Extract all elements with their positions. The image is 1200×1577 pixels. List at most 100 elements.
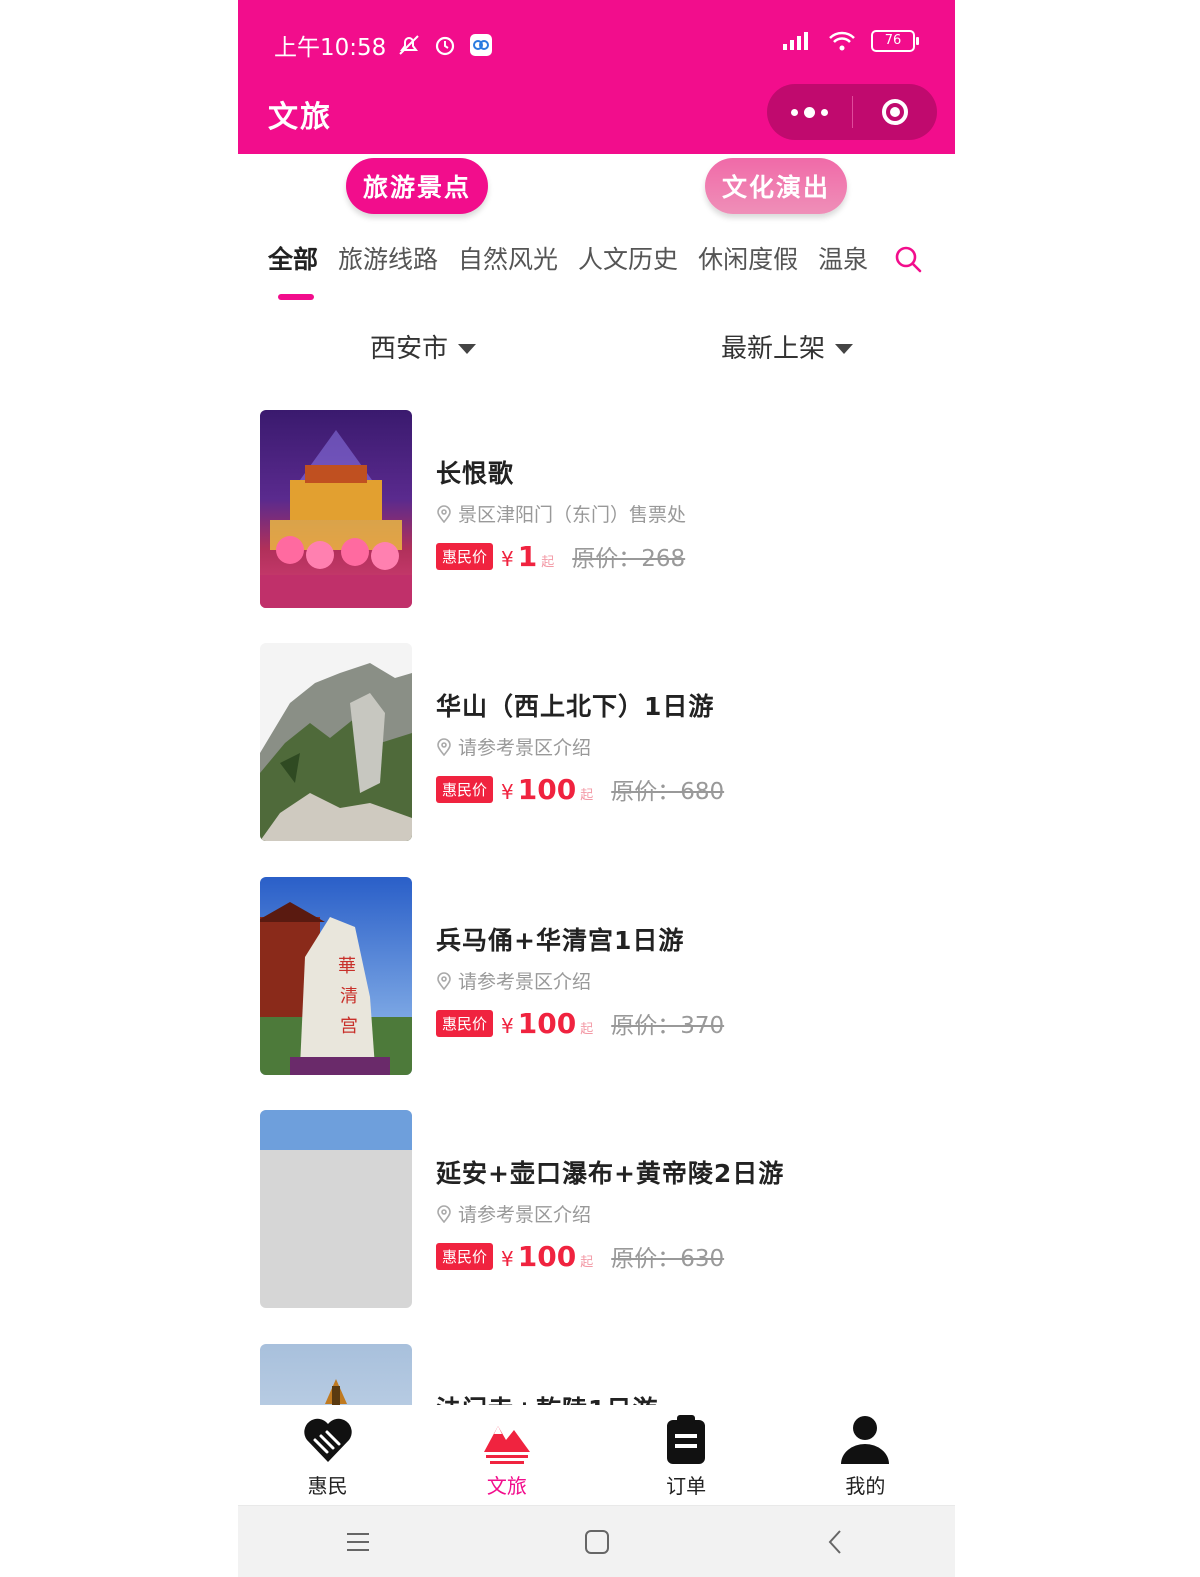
page-title: 文旅 bbox=[268, 100, 332, 135]
item-price-row: 惠民价 ¥ 1 起 原价：268 bbox=[436, 539, 936, 573]
tab-hotspring[interactable]: 温泉 bbox=[818, 240, 868, 280]
original-price: 原价：268 bbox=[572, 546, 686, 572]
location-pin-icon bbox=[437, 737, 451, 756]
svg-text:清: 清 bbox=[340, 986, 358, 1007]
item-price-row: 惠民价 ¥ 100 起 原价：680 bbox=[436, 772, 936, 806]
svg-text:華: 華 bbox=[338, 956, 356, 977]
signal-icon bbox=[783, 32, 808, 50]
user-icon bbox=[841, 1415, 890, 1464]
item-image bbox=[260, 1110, 412, 1308]
tabbar-item-orders[interactable]: 订单 bbox=[597, 1405, 776, 1505]
item-price-row: 惠民价 ¥ 100 起 原价：370 bbox=[436, 1006, 936, 1040]
item-location: 请参考景区介绍 bbox=[436, 733, 936, 760]
item-title: 兵马俑+华清宫1日游 bbox=[436, 926, 685, 955]
alarm-icon bbox=[436, 36, 455, 56]
category-tabs: 全部 旅游线路 自然风光 人文历史 休闲度假 温泉 bbox=[268, 240, 868, 280]
tabbar-label: 文旅 bbox=[486, 1473, 527, 1498]
item-location-text: 请参考景区介绍 bbox=[458, 737, 592, 759]
chevron-down-icon bbox=[458, 343, 477, 354]
original-price: 原价：680 bbox=[611, 779, 725, 805]
tabbar-label: 我的 bbox=[845, 1473, 886, 1498]
item-location: 请参考景区介绍 bbox=[436, 1200, 936, 1227]
target-icon bbox=[881, 99, 908, 125]
list-item[interactable]: 华山（西上北下）1日游 请参考景区介绍 惠民价 ¥ 100 起 原价：680 bbox=[260, 643, 940, 843]
miniprogram-capsule bbox=[767, 84, 937, 140]
tab-history[interactable]: 人文历史 bbox=[578, 240, 678, 280]
price-suffix: 起 bbox=[580, 788, 594, 803]
location-pin-icon bbox=[437, 971, 451, 990]
sort-filter-label: 最新上架 bbox=[721, 334, 826, 364]
tabbar-item-mine[interactable]: 我的 bbox=[776, 1405, 955, 1505]
item-image: 華 清 宫 bbox=[260, 877, 412, 1075]
price-suffix: 起 bbox=[580, 1022, 594, 1037]
currency-symbol: ¥ bbox=[501, 780, 514, 804]
bottom-tab-bar: 惠民 文旅 订单 我的 bbox=[238, 1405, 955, 1505]
location-pin-icon bbox=[437, 1204, 451, 1223]
app-header: 上午10:58 76 文旅 bbox=[238, 0, 955, 154]
tabbar-label: 订单 bbox=[666, 1473, 707, 1498]
app-notification-icon bbox=[470, 34, 493, 56]
battery-indicator: 76 bbox=[871, 30, 919, 52]
tab-nature[interactable]: 自然风光 bbox=[458, 240, 558, 280]
original-price: 原价：370 bbox=[611, 1013, 725, 1039]
phone-screen: 上午10:58 76 文旅 旅游景点 文化演出 全部 旅游线路 自然风光 人文历… bbox=[238, 0, 955, 1577]
list-item[interactable]: 法门寺+乾陵1日游 bbox=[260, 1344, 940, 1406]
wifi-icon bbox=[829, 31, 855, 51]
tabbar-item-wenlv[interactable]: 文旅 bbox=[417, 1405, 596, 1505]
tab-routes[interactable]: 旅游线路 bbox=[338, 240, 438, 280]
svg-text:宫: 宫 bbox=[340, 1016, 358, 1037]
original-price: 原价：630 bbox=[611, 1246, 725, 1272]
item-price: 100 bbox=[517, 773, 577, 806]
discount-badge: 惠民价 bbox=[436, 542, 494, 570]
close-miniprogram-button[interactable] bbox=[853, 84, 938, 140]
city-filter[interactable]: 西安市 bbox=[370, 328, 477, 365]
search-icon[interactable] bbox=[893, 244, 923, 274]
discount-badge: 惠民价 bbox=[436, 775, 494, 803]
clipboard-icon bbox=[667, 1414, 706, 1464]
segment-performances[interactable]: 文化演出 bbox=[705, 158, 847, 214]
status-bar-right: 76 bbox=[779, 30, 919, 52]
tab-all[interactable]: 全部 bbox=[268, 240, 318, 280]
item-image bbox=[260, 410, 412, 608]
discount-badge: 惠民价 bbox=[436, 1242, 494, 1270]
tab-leisure[interactable]: 休闲度假 bbox=[698, 240, 798, 280]
status-bar-left: 上午10:58 bbox=[274, 28, 494, 62]
price-suffix: 起 bbox=[541, 555, 555, 570]
list-item[interactable]: 華 清 宫 兵马俑+华清宫1日游 请参考景区介绍 惠民价 ¥ 100 起 原价：… bbox=[260, 877, 940, 1077]
sort-filter[interactable]: 最新上架 bbox=[721, 328, 854, 365]
list-item[interactable]: 延安+壶口瀑布+黄帝陵2日游 请参考景区介绍 惠民价 ¥ 100 起 原价：63… bbox=[260, 1110, 940, 1310]
item-image bbox=[260, 643, 412, 841]
item-location-text: 请参考景区介绍 bbox=[458, 971, 592, 993]
item-title: 法门寺+乾陵1日游 bbox=[436, 1390, 936, 1406]
currency-symbol: ¥ bbox=[501, 1247, 514, 1271]
back-icon[interactable] bbox=[821, 1527, 851, 1557]
item-price-row: 惠民价 ¥ 100 起 原价：630 bbox=[436, 1239, 936, 1273]
item-title: 华山（西上北下）1日游 bbox=[436, 692, 715, 721]
mountain-icon bbox=[483, 1425, 530, 1464]
active-tab-indicator bbox=[278, 294, 314, 300]
item-image bbox=[260, 1344, 412, 1406]
more-button[interactable] bbox=[767, 84, 852, 140]
item-location: 景区津阳门（东门）售票处 bbox=[436, 500, 936, 527]
list-item[interactable]: 长恨歌 景区津阳门（东门）售票处 惠民价 ¥ 1 起 原价：268 bbox=[260, 410, 940, 610]
currency-symbol: ¥ bbox=[501, 547, 514, 571]
discount-badge: 惠民价 bbox=[436, 1009, 494, 1037]
item-location: 请参考景区介绍 bbox=[436, 967, 936, 994]
system-nav-bar bbox=[238, 1506, 955, 1577]
price-suffix: 起 bbox=[580, 1255, 594, 1270]
item-price: 100 bbox=[517, 1240, 577, 1273]
item-location-text: 请参考景区介绍 bbox=[458, 1204, 592, 1226]
item-title: 延安+壶口瀑布+黄帝陵2日游 bbox=[436, 1159, 785, 1188]
item-price: 1 bbox=[517, 540, 538, 573]
tabbar-item-huimin[interactable]: 惠民 bbox=[238, 1405, 417, 1505]
chevron-down-icon bbox=[835, 343, 854, 354]
location-pin-icon bbox=[437, 504, 451, 523]
menu-icon[interactable] bbox=[343, 1527, 373, 1557]
more-icon bbox=[790, 106, 828, 118]
currency-symbol: ¥ bbox=[501, 1014, 514, 1038]
home-icon[interactable] bbox=[582, 1527, 612, 1557]
segment-attractions[interactable]: 旅游景点 bbox=[346, 158, 488, 214]
city-filter-label: 西安市 bbox=[370, 334, 449, 364]
item-price: 100 bbox=[517, 1007, 577, 1040]
item-title: 长恨歌 bbox=[436, 459, 515, 488]
